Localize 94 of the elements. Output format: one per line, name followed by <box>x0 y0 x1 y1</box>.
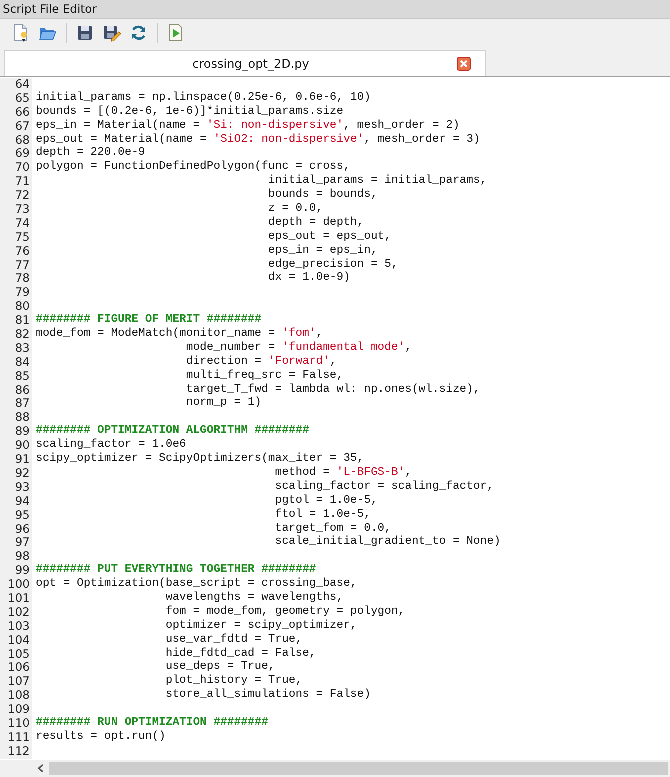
line-number: 78 <box>0 272 32 286</box>
code-line: optimizer = scipy_optimizer, <box>164 620 358 634</box>
line-number: 85 <box>0 370 32 384</box>
line-number: 92 <box>0 466 32 481</box>
line-number: 65 <box>0 92 32 106</box>
line-number: 82 <box>0 328 32 342</box>
line-number: 81 <box>0 314 32 328</box>
line-number: 77 <box>0 258 32 272</box>
code-line: eps_in = Material(name = 'Si: non-dispersive', mesh_order = 2) <box>36 120 460 134</box>
line-number: 83 <box>0 342 32 356</box>
code-line: depth = depth, <box>267 216 364 231</box>
line-number: 80 <box>0 300 32 314</box>
line-number: 73 <box>0 203 32 217</box>
code-line: ######## RUN OPTIMIZATION ######## <box>36 716 268 730</box>
code-line: target_fom = 0.0, <box>274 522 392 536</box>
code-line: pgtol = 1.0e-5, <box>274 494 378 508</box>
code-line: results = opt.run() <box>36 730 166 745</box>
file-tab[interactable]: crossing_opt_2D.py <box>4 50 486 76</box>
code-line: wavelengths = wavelengths, <box>164 592 344 606</box>
line-number: 109 <box>0 703 32 717</box>
code-line: ftol = 1.0e-5, <box>274 508 371 522</box>
line-number: 105 <box>0 648 32 662</box>
code-line: scaling_factor = 1.0e6 <box>36 439 186 452</box>
code-line: use_deps = True, <box>164 661 276 674</box>
code-line: scale_initial_gradient_to = None) <box>274 536 501 550</box>
line-number: 76 <box>0 244 32 259</box>
code-line: depth = 220.0e-9 <box>36 147 146 160</box>
line-number: 107 <box>0 675 32 690</box>
close-icon[interactable] <box>457 56 471 70</box>
line-number: 75 <box>0 230 32 245</box>
code-line: scaling_factor = scaling_factor, <box>274 480 494 494</box>
code-line: hide_fdtd_cad = False, <box>164 648 316 660</box>
line-number: 94 <box>0 494 32 509</box>
code-line: initial_params = np.linspace(0.25e-6, 0.6e-6, 10) <box>36 92 371 106</box>
code-line: fom = mode_fom, geometry = polygon, <box>164 606 406 620</box>
line-number: 106 <box>0 661 32 676</box>
code-line: edge_precision = 5, <box>267 258 398 272</box>
line-number: 101 <box>0 592 32 606</box>
code-line: target_T_fwd = lambda wl: np.ones(wl.size), <box>185 384 480 396</box>
line-number: 87 <box>0 397 32 412</box>
code-line: use_var_fdtd = True, <box>164 634 303 648</box>
code-line: polygon = FunctionDefinedPolygon(func = cross, <box>36 161 350 174</box>
code-line: ######## PUT EVERYTHING TOGETHER ######## <box>36 564 316 578</box>
line-number: 100 <box>0 578 32 592</box>
line-number: 110 <box>0 716 32 731</box>
code-line: scipy_optimizer = ScipyOptimizers(max_iter = 35, <box>36 453 364 466</box>
line-number: 86 <box>0 384 32 398</box>
line-number: 71 <box>0 175 32 190</box>
line-number: 103 <box>0 620 32 634</box>
code-line: dx = 1.0e-9) <box>267 272 350 286</box>
code-line: ######## FIGURE OF MERIT ######## <box>36 314 262 328</box>
line-number: 102 <box>0 606 32 620</box>
code-line: bounds = [(0.2e-6, 1e-6)]*initial_params.size <box>36 106 344 120</box>
line-number: 98 <box>0 550 32 564</box>
line-number: 66 <box>0 106 32 120</box>
code-line: plot_history = True, <box>164 675 303 688</box>
line-number: 104 <box>0 634 32 648</box>
line-number: 108 <box>0 689 32 704</box>
code-line: multi_freq_src = False, <box>185 370 344 384</box>
code-line: bounds = bounds, <box>267 189 378 203</box>
code-line: eps_out = eps_out, <box>267 230 392 244</box>
code-line: ######## OPTIMIZATION ALGORITHM ######## <box>36 425 310 438</box>
code-line: initial_params = initial_params, <box>267 175 488 188</box>
line-number: 111 <box>0 730 32 745</box>
window-title: Script File Editor <box>3 1 97 18</box>
line-number: 96 <box>0 522 32 536</box>
code-line: direction = 'Forward', <box>185 356 337 370</box>
code-line: mode_number = 'fundamental mode', <box>185 342 412 356</box>
line-number: 68 <box>0 134 32 148</box>
line-number: 64 <box>0 78 32 92</box>
line-number: 93 <box>0 480 32 495</box>
line-number: 99 <box>0 564 32 578</box>
line-number: 69 <box>0 147 32 162</box>
line-number: 67 <box>0 120 32 134</box>
code-line: eps_in = eps_in, <box>267 244 378 258</box>
line-number: 95 <box>0 508 32 522</box>
line-number: 74 <box>0 216 32 231</box>
code-line: method = 'L-BFGS-B', <box>274 466 412 480</box>
line-number: 91 <box>0 453 32 467</box>
code-line: store_all_simulations = False) <box>164 689 371 704</box>
line-number: 89 <box>0 425 32 440</box>
line-number: 70 <box>0 161 32 176</box>
line-number: 84 <box>0 356 32 370</box>
code-line: norm_p = 1) <box>185 397 262 412</box>
line-number: 72 <box>0 189 32 204</box>
line-number: 97 <box>0 536 32 550</box>
line-number: 90 <box>0 439 32 454</box>
code-line: opt = Optimization(base_script = crossing_base, <box>36 578 358 592</box>
line-number: 112 <box>0 744 32 759</box>
line-number: 88 <box>0 411 32 426</box>
line-number: 79 <box>0 286 32 300</box>
code-line: mode_fom = ModeMatch(monitor_name = 'fom', <box>36 328 324 342</box>
code-line: z = 0.0, <box>267 203 324 216</box>
code-line: eps_out = Material(name = 'SiO2: non-dispersive', mesh_order = 3) <box>36 134 480 146</box>
